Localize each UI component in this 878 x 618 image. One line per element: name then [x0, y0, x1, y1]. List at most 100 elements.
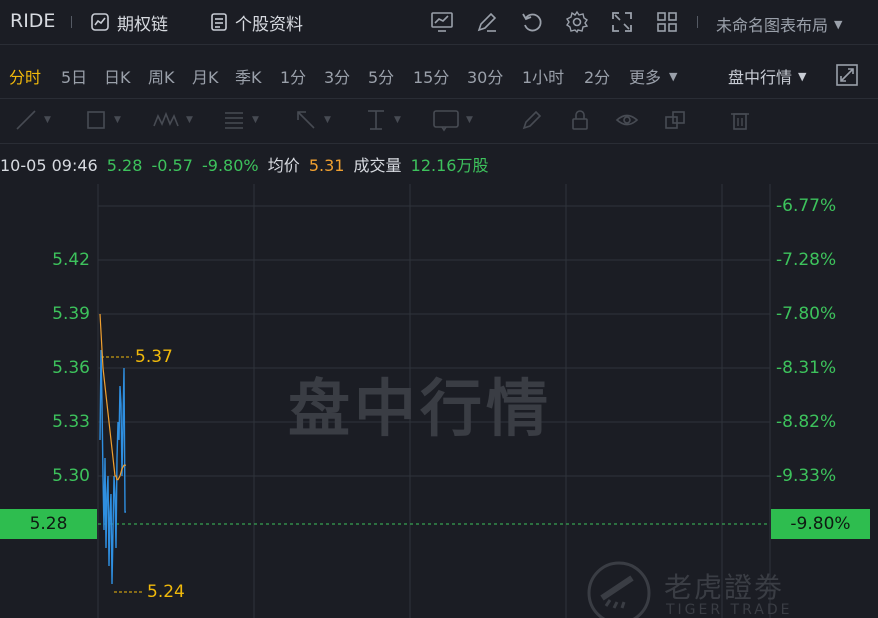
period-15min[interactable]: 15分 — [413, 64, 449, 88]
caret-down-icon: ▼ — [394, 115, 401, 125]
y-axis-label-right: -7.80% — [776, 304, 837, 324]
period-5min[interactable]: 5分 — [368, 64, 394, 88]
quote-price: 5.28 — [106, 156, 143, 175]
grid-layout-icon[interactable] — [655, 10, 679, 34]
stock-info-button[interactable]: 个股资料 — [210, 11, 303, 35]
lock-tool[interactable] — [568, 109, 592, 131]
price-line — [99, 349, 126, 585]
more-label: 更多 — [629, 68, 662, 87]
low-marker-label: 5.24 — [147, 582, 185, 602]
gear-icon[interactable] — [565, 10, 589, 34]
undo-icon[interactable] — [520, 10, 544, 34]
measure-icon — [368, 110, 384, 130]
quote-datetime: 10-05 09:46 — [0, 156, 98, 175]
watermark-text: 盘中行情 — [288, 372, 553, 445]
measure-tool[interactable]: ▼ — [364, 109, 401, 131]
current-price-tag: 5.28 — [0, 509, 97, 539]
stock-info-label: 个股资料 — [235, 14, 303, 35]
tiger-logo-icon — [587, 561, 651, 618]
brand-logo-text: 老虎證劵 — [664, 571, 785, 604]
period-weekly[interactable]: 周K — [148, 64, 175, 88]
period-monthly[interactable]: 月K — [192, 64, 219, 88]
y-axis-label-left: 5.36 — [52, 358, 90, 378]
brand-logo-text-en: TIGER TRADE — [666, 602, 793, 618]
document-icon — [211, 13, 227, 31]
period-1hour[interactable]: 1小时 — [522, 64, 564, 88]
period-intraday[interactable]: 分时 — [9, 64, 41, 88]
volume-value: 12.16万股 — [410, 156, 489, 175]
wave-icon — [153, 111, 179, 127]
y-axis-label-left: 5.42 — [52, 250, 90, 270]
fib-tool[interactable]: ▼ — [222, 109, 259, 131]
arrow-icon — [297, 111, 315, 129]
y-axis-label-left: 5.33 — [52, 412, 90, 432]
period-quarterly[interactable]: 季K — [235, 64, 262, 88]
period-5day[interactable]: 5日 — [61, 64, 87, 88]
top-bar: RIDE 期权链 个股资料 未命名图表布局 ▼ — [0, 0, 878, 45]
y-axis-label-right: -7.28% — [776, 250, 837, 270]
avg-price-value: 5.31 — [308, 156, 345, 175]
market-mode-label: 盘中行情 — [728, 68, 793, 87]
market-mode-dropdown[interactable]: 盘中行情 ▼ — [728, 64, 806, 88]
divider — [697, 16, 698, 28]
layers-icon — [665, 111, 685, 129]
y-axis-label-right: -9.33% — [776, 466, 837, 486]
layout-name-label: 未命名图表布局 — [716, 16, 829, 35]
avg-price-line — [99, 313, 126, 481]
period-30min[interactable]: 30分 — [467, 64, 503, 88]
trendline-tool[interactable]: ▼ — [14, 109, 51, 131]
trash-icon — [731, 113, 749, 130]
y-axis-label-right: -6.77% — [776, 196, 837, 216]
caret-down-icon: ▼ — [669, 69, 678, 83]
chart-doc-icon — [91, 13, 109, 31]
fib-lines-icon — [225, 112, 243, 129]
volume-label: 成交量 — [353, 156, 402, 175]
rectangle-tool[interactable]: ▼ — [84, 109, 121, 131]
edit-icon[interactable] — [475, 10, 499, 34]
y-axis-label-left: 5.39 — [52, 304, 90, 324]
options-chain-label: 期权链 — [117, 14, 168, 35]
high-marker-label: 5.37 — [135, 347, 173, 367]
ticker-symbol[interactable]: RIDE — [10, 10, 55, 32]
caret-down-icon: ▼ — [114, 115, 121, 125]
note-icon — [433, 110, 459, 132]
options-chain-button[interactable]: 期权链 — [90, 11, 168, 35]
period-1min[interactable]: 1分 — [280, 64, 306, 88]
wave-tool[interactable]: ▼ — [152, 109, 193, 131]
rectangle-icon — [87, 111, 105, 129]
current-pct-tag: -9.80% — [771, 509, 870, 539]
more-periods-dropdown[interactable]: 更多 ▼ — [629, 64, 677, 88]
period-3min[interactable]: 3分 — [324, 64, 350, 88]
caret-down-icon: ▼ — [324, 115, 331, 125]
quote-info-line: 10-05 09:46 5.28 -0.57 -9.80% 均价 5.31 成交… — [0, 152, 492, 175]
text-note-tool[interactable]: ▼ — [432, 109, 473, 132]
divider — [71, 16, 72, 28]
fullscreen-icon[interactable] — [610, 10, 634, 34]
quote-change-pct: -9.80% — [202, 156, 259, 175]
y-axis-label-left: 5.30 — [52, 466, 90, 486]
period-daily[interactable]: 日K — [104, 64, 131, 88]
lock-icon — [572, 110, 588, 130]
clone-tool[interactable] — [663, 109, 687, 131]
indicator-icon[interactable] — [430, 10, 454, 34]
y-axis-label-right: -8.31% — [776, 358, 837, 378]
layout-selector[interactable]: 未命名图表布局 ▼ — [716, 12, 842, 36]
visibility-tool[interactable] — [615, 109, 639, 131]
drawing-toolbar: ▼ ▼ ▼ ▼ ▼ ▼ ▼ — [0, 99, 878, 144]
avg-price-label: 均价 — [267, 156, 300, 175]
brush-tool[interactable] — [520, 109, 544, 131]
eye-icon — [615, 114, 639, 126]
caret-down-icon: ▼ — [798, 69, 807, 83]
expand-icon[interactable] — [836, 64, 858, 86]
pen-icon — [522, 110, 542, 130]
caret-down-icon: ▼ — [44, 115, 51, 125]
quote-change: -0.57 — [151, 156, 193, 175]
period-2min[interactable]: 2分 — [584, 64, 610, 88]
line-icon — [16, 110, 36, 130]
caret-down-icon: ▼ — [466, 115, 473, 125]
caret-down-icon: ▼ — [834, 17, 843, 31]
caret-down-icon: ▼ — [186, 115, 193, 125]
arrow-tool[interactable]: ▼ — [294, 109, 331, 131]
delete-tool[interactable] — [728, 109, 752, 131]
y-axis-label-right: -8.82% — [776, 412, 837, 432]
